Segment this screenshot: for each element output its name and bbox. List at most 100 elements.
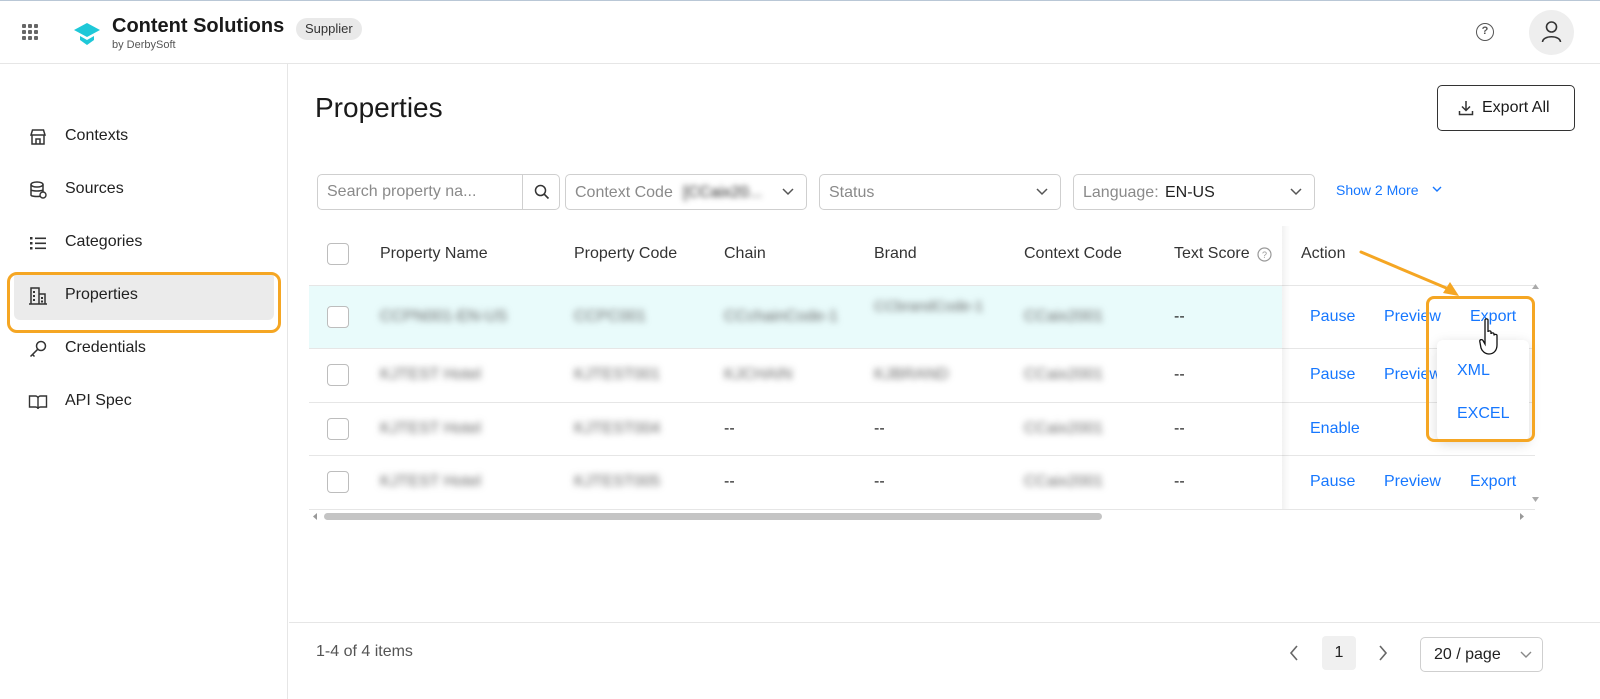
context-code-cell: CCaix2001 xyxy=(1024,366,1104,383)
annotation-arrow xyxy=(1359,250,1459,296)
search-box xyxy=(317,174,560,210)
brand-cell: KJBRAND xyxy=(874,366,949,383)
property-name-cell: KJTEST Hotel xyxy=(380,473,482,490)
context-code-value: [CCaix20... xyxy=(683,184,763,201)
scroll-left-icon[interactable] xyxy=(313,513,318,520)
show-more-filters[interactable]: Show 2 More xyxy=(1336,182,1442,198)
row-checkbox[interactable] xyxy=(327,418,349,440)
brand-title: Content Solutions xyxy=(112,15,285,37)
sidebar-item-label: Credentials xyxy=(65,339,146,356)
property-name-cell: KJTEST Hotel xyxy=(380,420,482,437)
logo-icon xyxy=(74,23,100,45)
property-name-cell: KJTEST Hotel xyxy=(380,366,482,383)
sidebar-item-sources[interactable]: Sources xyxy=(14,166,274,214)
context-code-select[interactable]: Context Code [CCaix20... xyxy=(565,174,807,210)
top-bar: Content Solutions by DerbySoft Supplier … xyxy=(0,0,1600,64)
text-score-cell: -- xyxy=(1174,473,1185,490)
chevron-left-icon[interactable] xyxy=(1289,645,1299,661)
text-score-cell: -- xyxy=(1174,308,1185,325)
pause-link[interactable]: Pause xyxy=(1310,366,1355,384)
role-tag: Supplier xyxy=(296,18,362,40)
property-name-cell: CCPN001-EN-US xyxy=(380,308,508,325)
brand-cell: -- xyxy=(874,420,885,437)
property-code-cell: KJTEST004 xyxy=(574,420,661,437)
chevron-down-icon xyxy=(1290,188,1302,196)
chain-cell: KJCHAIN xyxy=(724,366,793,383)
context-code-cell: CCaix2001 xyxy=(1024,420,1104,437)
current-page[interactable]: 1 xyxy=(1322,636,1356,670)
page-size-select[interactable]: 20 / page xyxy=(1420,637,1543,672)
row-checkbox[interactable] xyxy=(327,364,349,386)
sidebar-item-categories[interactable]: Categories xyxy=(14,219,274,267)
chevron-down-icon xyxy=(1036,188,1048,196)
key-icon xyxy=(29,340,47,358)
fixed-column-shadow xyxy=(1282,226,1290,509)
export-all-button[interactable]: Export All xyxy=(1437,85,1575,131)
row-checkbox[interactable] xyxy=(327,306,349,328)
column-header-text-score[interactable]: Text Score xyxy=(1174,245,1250,263)
sidebar-item-api-spec[interactable]: API Spec xyxy=(14,378,274,426)
user-icon xyxy=(1541,21,1562,43)
book-icon xyxy=(28,395,48,410)
pause-link[interactable]: Pause xyxy=(1310,473,1355,491)
chain-cell: -- xyxy=(724,420,735,437)
help-icon[interactable]: ? xyxy=(1476,23,1494,41)
enable-link[interactable]: Enable xyxy=(1310,420,1360,438)
divider xyxy=(309,348,1535,349)
export-all-label: Export All xyxy=(1482,99,1550,116)
language-value: EN-US xyxy=(1165,184,1215,201)
divider xyxy=(309,402,1535,403)
chevron-right-icon[interactable] xyxy=(1378,645,1388,661)
context-code-cell: CCaix2001 xyxy=(1024,308,1104,325)
search-input[interactable] xyxy=(318,175,522,209)
divider xyxy=(309,455,1535,456)
brand-subtitle: by DerbySoft xyxy=(112,39,176,51)
scroll-down-icon[interactable] xyxy=(1532,497,1539,502)
database-icon xyxy=(30,181,47,199)
property-code-cell: CCPC001 xyxy=(574,308,647,325)
chevron-down-icon xyxy=(1432,186,1442,192)
sidebar-item-contexts[interactable]: Contexts xyxy=(14,113,274,161)
context-code-cell: CCaix2001 xyxy=(1024,473,1104,490)
chain-cell: -- xyxy=(724,473,735,490)
select-all-checkbox[interactable] xyxy=(327,243,349,265)
column-header-action: Action xyxy=(1301,245,1346,262)
preview-link[interactable]: Preview xyxy=(1384,473,1441,491)
hand-cursor-icon xyxy=(1479,318,1498,355)
download-icon xyxy=(1458,101,1474,116)
scroll-right-icon[interactable] xyxy=(1519,513,1524,520)
property-code-cell: KJTEST005 xyxy=(574,473,661,490)
avatar[interactable] xyxy=(1529,10,1574,55)
divider xyxy=(289,622,1600,623)
sidebar-item-label: Contexts xyxy=(65,127,129,144)
property-code-cell: KJTEST001 xyxy=(574,366,661,383)
status-select[interactable]: Status xyxy=(819,174,1061,210)
column-header-brand[interactable]: Brand xyxy=(874,245,917,263)
page-size-value: 20 / page xyxy=(1434,646,1501,663)
language-select[interactable]: Language: EN-US xyxy=(1073,174,1315,210)
list-icon xyxy=(30,237,46,250)
text-score-cell: -- xyxy=(1174,366,1185,383)
column-header-chain[interactable]: Chain xyxy=(724,245,766,263)
store-icon xyxy=(29,129,47,145)
search-button[interactable] xyxy=(522,175,559,209)
question-icon[interactable]: ? xyxy=(1257,247,1272,262)
text-score-cell: -- xyxy=(1174,420,1185,437)
column-header-property-name[interactable]: Property Name xyxy=(380,245,488,263)
export-link[interactable]: Export xyxy=(1470,473,1516,491)
column-header-property-code[interactable]: Property Code xyxy=(574,245,677,263)
sidebar-item-label: API Spec xyxy=(65,392,132,409)
sidebar-item-label: Sources xyxy=(65,180,124,197)
annotation-highlight xyxy=(7,272,281,333)
horizontal-scrollbar[interactable] xyxy=(309,510,1535,522)
show-more-label: Show 2 More xyxy=(1336,182,1419,198)
chevron-down-icon xyxy=(1520,651,1532,658)
row-checkbox[interactable] xyxy=(327,471,349,493)
status-label: Status xyxy=(829,184,875,201)
column-header-context-code[interactable]: Context Code xyxy=(1024,245,1122,263)
pause-link[interactable]: Pause xyxy=(1310,308,1355,326)
app-grid-icon[interactable] xyxy=(22,24,38,40)
scrollbar-thumb[interactable] xyxy=(324,513,1102,520)
scroll-up-icon[interactable] xyxy=(1532,284,1539,289)
page-title: Properties xyxy=(315,92,443,123)
